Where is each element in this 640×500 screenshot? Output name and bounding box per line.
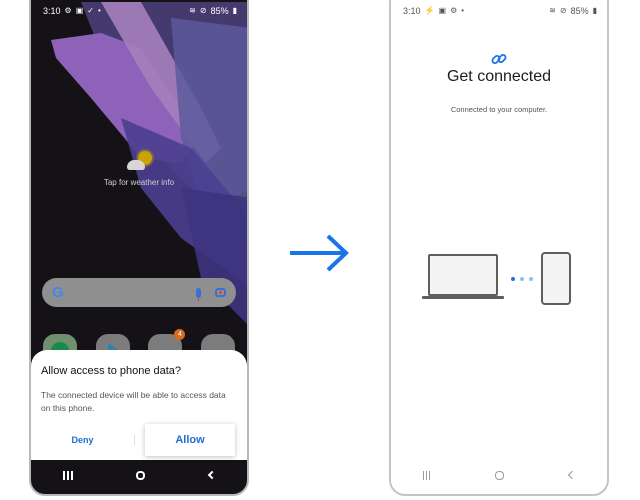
battery-percent: 85% — [570, 6, 589, 16]
status-bar: 3:10 ⚙ ▣ ✓ • ≋ ⊘ 85% ▮ — [31, 2, 247, 20]
weather-label: Tap for weather info — [103, 178, 175, 187]
home-icon[interactable] — [136, 470, 146, 480]
battery-icon: ▮ — [232, 6, 237, 15]
partly-sunny-icon — [124, 151, 154, 175]
laptop-icon — [428, 254, 498, 296]
weather-widget[interactable]: Tap for weather info — [31, 151, 247, 187]
status-time: 3:10 — [43, 6, 61, 16]
dot-1 — [511, 277, 515, 281]
deny-button[interactable]: Deny — [31, 435, 134, 445]
dialog-actions: Deny Allow — [31, 424, 247, 456]
back-icon[interactable] — [567, 470, 576, 480]
home-icon[interactable] — [494, 470, 504, 480]
battery-percent: 85% — [210, 6, 229, 16]
allow-button[interactable]: Allow — [145, 424, 235, 456]
wifi-icon: ≋ — [549, 6, 556, 15]
wifi-icon: ≋ — [189, 6, 196, 15]
dialog-title: Allow access to phone data? — [41, 365, 182, 377]
permission-dialog: Allow access to phone data? The connecte… — [31, 350, 247, 460]
dot-2 — [520, 277, 524, 281]
recents-icon[interactable] — [423, 470, 431, 480]
gallery-icon: ▣ — [438, 6, 447, 15]
back-icon[interactable] — [207, 470, 217, 480]
dot-icon: • — [97, 6, 101, 15]
dot-3 — [529, 277, 533, 281]
navigation-bar — [391, 464, 607, 486]
settings-icon: ⚙ — [450, 6, 458, 15]
page-subtitle: Connected to your computer. — [450, 105, 548, 114]
connection-dots — [511, 277, 533, 281]
right-arrow-icon — [290, 234, 349, 272]
button-divider — [134, 435, 135, 445]
settings-icon: ⚙ — [64, 6, 72, 15]
recents-icon[interactable] — [62, 470, 73, 480]
gallery-icon: ▣ — [75, 6, 84, 15]
mic-icon[interactable] — [196, 287, 201, 301]
page-title: Get connected — [446, 68, 552, 85]
laptop-base — [422, 296, 504, 299]
battery-icon: ▮ — [592, 6, 597, 15]
lens-icon[interactable] — [215, 288, 226, 297]
google-logo: G — [52, 284, 64, 301]
do-not-disturb-icon: ⊘ — [199, 6, 207, 15]
notification-badge: 4 — [174, 329, 186, 340]
status-bar: 3:10 ⚡ ▣ ⚙ • ≋ ⊘ 85% ▮ — [391, 2, 607, 20]
right-phone: 3:10 ⚡ ▣ ⚙ • ≋ ⊘ 85% ▮ Get connected Con… — [389, 0, 609, 496]
do-not-disturb-icon: ⊘ — [559, 6, 567, 15]
phone-icon — [541, 252, 571, 305]
dialog-body: The connected device will be able to acc… — [41, 390, 226, 413]
left-phone: 3:10 ⚙ ▣ ✓ • ≋ ⊘ 85% ▮ Tap for weather i… — [29, 0, 249, 496]
connection-illustration — [391, 252, 607, 312]
check-icon: ✓ — [87, 6, 94, 15]
navigation-bar — [31, 464, 247, 486]
google-search-bar[interactable]: G — [42, 278, 236, 307]
dot-icon: • — [461, 6, 465, 15]
usb-icon: ⚡ — [424, 6, 435, 15]
status-time: 3:10 — [403, 6, 421, 16]
